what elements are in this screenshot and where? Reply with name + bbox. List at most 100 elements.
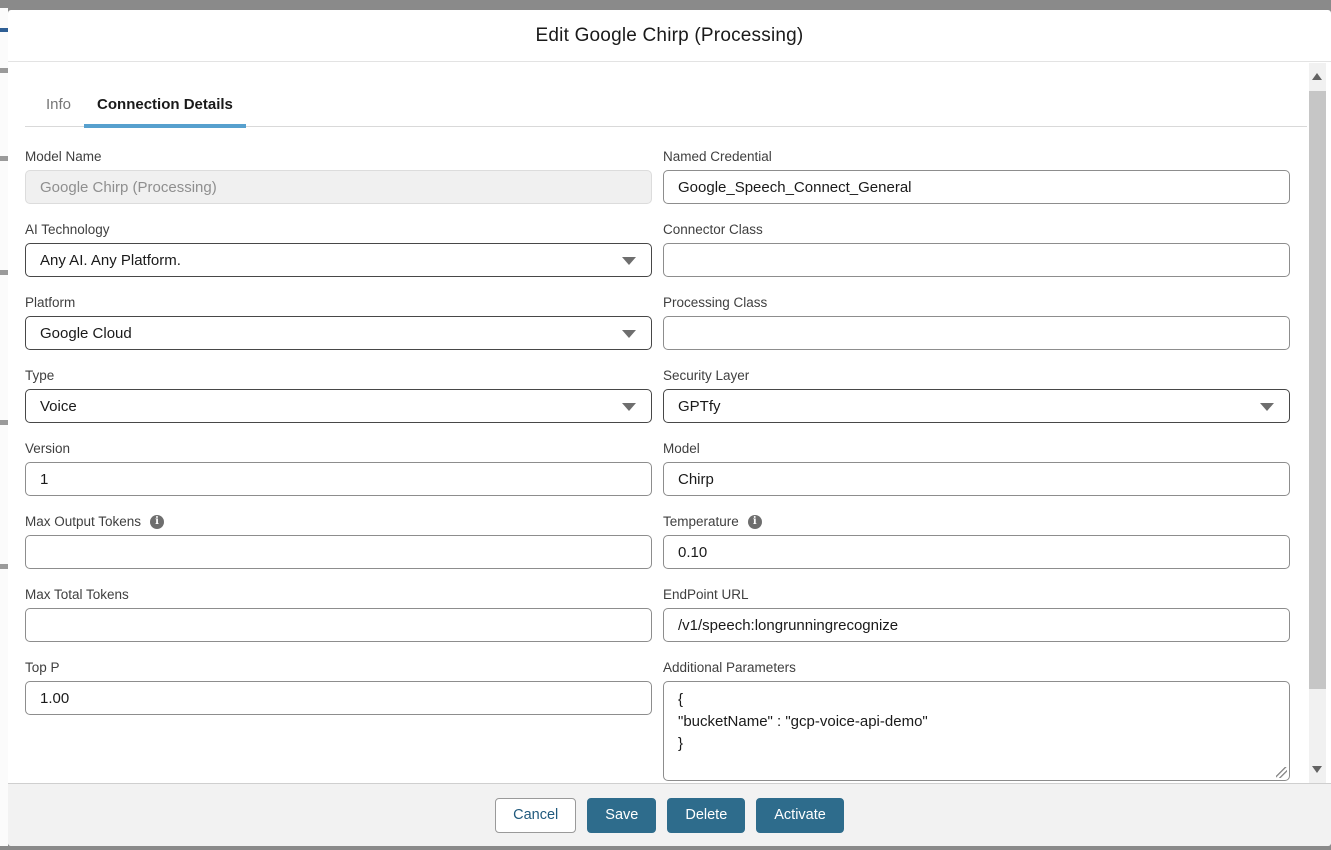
processing-class-input[interactable] <box>663 316 1290 350</box>
field-connector-class: Connector Class <box>663 221 1290 277</box>
field-top-p: Top P <box>25 659 652 715</box>
model-input[interactable] <box>663 462 1290 496</box>
field-label: Top P <box>25 659 652 676</box>
chevron-down-icon <box>622 403 636 411</box>
temperature-input[interactable] <box>663 535 1290 569</box>
background-fragment <box>0 564 8 569</box>
background-page-strip <box>0 8 8 846</box>
field-label: Max Output Tokens i <box>25 513 652 530</box>
field-label-text: Max Output Tokens <box>25 514 142 529</box>
field-label: EndPoint URL <box>663 586 1290 603</box>
scrollbar-thumb[interactable] <box>1309 91 1326 689</box>
dialog-header: Edit Google Chirp (Processing) <box>8 10 1331 62</box>
background-fragment <box>0 28 8 32</box>
field-model: Model <box>663 440 1290 496</box>
field-max-total-tokens: Max Total Tokens <box>25 586 652 642</box>
field-label: AI Technology <box>25 221 652 238</box>
platform-select[interactable]: Google Cloud <box>25 316 652 350</box>
dialog-body: InfoConnection Details Model Name AI Tech… <box>8 63 1331 783</box>
field-label-text: AI Technology <box>25 222 110 237</box>
field-label-text: Max Total Tokens <box>25 587 129 602</box>
field-label: Version <box>25 440 652 457</box>
field-label-text: Additional Parameters <box>663 660 796 675</box>
field-label-text: Version <box>25 441 71 456</box>
chevron-down-icon <box>1260 403 1274 411</box>
field-label-text: EndPoint URL <box>663 587 749 602</box>
max-output-tokens-input[interactable] <box>25 535 652 569</box>
field-label: Type <box>25 367 652 384</box>
info-icon[interactable]: i <box>747 514 762 529</box>
background-fragment <box>0 420 8 425</box>
field-label: Connector Class <box>663 221 1290 238</box>
textarea-wrapper <box>663 681 1290 781</box>
save-button[interactable]: Save <box>587 797 657 833</box>
field-label: Processing Class <box>663 294 1290 311</box>
version-input[interactable] <box>25 462 652 496</box>
ai-technology-select[interactable]: Any AI. Any Platform. <box>25 243 652 277</box>
info-icon[interactable]: i <box>150 514 165 529</box>
field-max-output-tokens: Max Output Tokens i <box>25 513 652 569</box>
background-fragment <box>0 270 8 275</box>
activate-button[interactable]: Activate <box>756 797 844 833</box>
background-fragment <box>0 68 8 73</box>
field-label: Model <box>663 440 1290 457</box>
dialog-title: Edit Google Chirp (Processing) <box>535 24 804 46</box>
background-fragment <box>0 156 8 161</box>
field-label-text: Model Name <box>25 149 102 164</box>
tab-connection-details[interactable]: Connection Details <box>84 96 246 128</box>
top-p-input[interactable] <box>25 681 652 715</box>
field-label: Security Layer <box>663 367 1290 384</box>
tab-info[interactable]: Info <box>33 96 84 126</box>
field-label: Temperature i <box>663 513 1290 530</box>
field-platform: Platform Google Cloud <box>25 294 652 350</box>
field-type: Type Voice <box>25 367 652 423</box>
field-label-text: Processing Class <box>663 295 768 310</box>
delete-button[interactable]: Delete <box>667 797 746 833</box>
field-label-text: Temperature <box>663 514 739 529</box>
field-security-layer: Security Layer GPTfy <box>663 367 1290 423</box>
field-version: Version <box>25 440 652 496</box>
form-column-right: Named Credential Connector Class Processin… <box>663 148 1290 783</box>
edit-model-dialog: Edit Google Chirp (Processing) Info Conne… <box>8 10 1331 846</box>
field-label-text: Security Layer <box>663 368 750 383</box>
scrollbar-up-arrow-icon[interactable] <box>1312 73 1322 80</box>
field-label-text: Top P <box>25 660 60 675</box>
field-temperature: Temperature i <box>663 513 1290 569</box>
scrollbar-down-arrow-icon[interactable] <box>1312 766 1322 773</box>
field-label-text: Named Credential <box>663 149 772 164</box>
cancel-button[interactable]: Cancel <box>495 797 577 833</box>
field-label-text: Platform <box>25 295 76 310</box>
chevron-down-icon <box>622 257 636 265</box>
vertical-scrollbar[interactable] <box>1309 63 1326 783</box>
additional-parameters-textarea[interactable] <box>663 681 1290 781</box>
type-select[interactable]: Voice <box>25 389 652 423</box>
field-label: Max Total Tokens <box>25 586 652 603</box>
endpoint-url-input[interactable] <box>663 608 1290 642</box>
field-label: Platform <box>25 294 652 311</box>
select-value: Google Cloud <box>40 324 132 342</box>
field-label: Model Name <box>25 148 652 165</box>
security-layer-select[interactable]: GPTfy <box>663 389 1290 423</box>
field-label-text: Connector Class <box>663 222 763 237</box>
field-label: Named Credential <box>663 148 1290 165</box>
field-processing-class: Processing Class <box>663 294 1290 350</box>
dialog-footer: Cancel Save Delete Activate <box>8 783 1331 846</box>
field-label: Additional Parameters <box>663 659 1290 676</box>
field-additional-parameters: Additional Parameters <box>663 659 1290 781</box>
select-value: GPTfy <box>678 397 721 415</box>
model-name-input <box>25 170 652 204</box>
select-value: Voice <box>40 397 77 415</box>
field-model-name: Model Name <box>25 148 652 204</box>
field-label-text: Model <box>663 441 700 456</box>
resize-grip-icon[interactable] <box>1276 767 1287 778</box>
max-total-tokens-input[interactable] <box>25 608 652 642</box>
tab-bar: Info Connection Details <box>25 96 1307 128</box>
dialog-content: InfoConnection Details Model Name AI Tech… <box>8 63 1307 783</box>
field-endpoint-url: EndPoint URL <box>663 586 1290 642</box>
connection-details-form: Model Name AI Technology Any AI. Any Platf… <box>25 148 1307 783</box>
connector-class-input[interactable] <box>663 243 1290 277</box>
named-credential-input[interactable] <box>663 170 1290 204</box>
field-named-credential: Named Credential <box>663 148 1290 204</box>
chevron-down-icon <box>622 330 636 338</box>
form-column-left: Model Name AI Technology Any AI. Any Platf… <box>25 148 652 783</box>
